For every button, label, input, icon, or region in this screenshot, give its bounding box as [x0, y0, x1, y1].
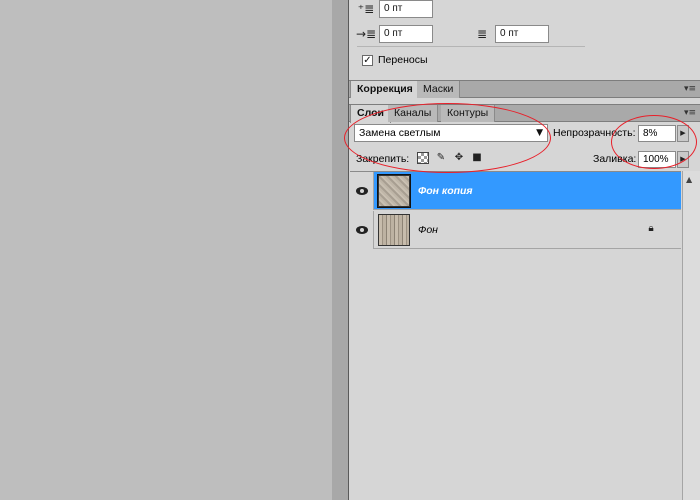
- eye-icon: [355, 187, 368, 195]
- chevron-down-icon: ▼: [536, 128, 543, 138]
- tab-paths[interactable]: Контуры: [441, 105, 496, 122]
- tab-channels[interactable]: Каналы: [388, 105, 439, 122]
- indent-right-field[interactable]: 0 пт: [495, 25, 549, 43]
- tab-layers[interactable]: Слои: [350, 105, 391, 123]
- lock-label: Закрепить:: [356, 153, 410, 165]
- space-before-field[interactable]: 0 пт: [379, 0, 433, 18]
- lock-icon: 🔒︎: [648, 223, 654, 234]
- lock-all-icon[interactable]: ■: [471, 152, 483, 164]
- hyphenation-checkbox[interactable]: ✓: [362, 54, 373, 66]
- paragraph-divider: [357, 46, 585, 47]
- blend-mode-value: Замена светлым: [359, 127, 441, 139]
- tab-correction[interactable]: Коррекция: [350, 81, 420, 99]
- layers-tabstrip: Слои Каналы Контуры ▾≡: [349, 104, 700, 123]
- panel-menu-icon[interactable]: ▾≡: [683, 106, 697, 120]
- opacity-slider-button[interactable]: ▶: [677, 125, 689, 142]
- layer-row-fon-kopiya[interactable]: Фон копия: [350, 172, 681, 210]
- lock-transparency-icon[interactable]: [417, 152, 429, 164]
- fill-label: Заливка:: [593, 153, 637, 165]
- fill-field[interactable]: 100%: [638, 151, 676, 168]
- fill-slider-button[interactable]: ▶: [677, 151, 689, 168]
- scroll-up-arrow-icon[interactable]: ▲: [686, 175, 692, 184]
- paragraph-panel: ⁺≣ 0 пт →≣ 0 пт ≣ 0 пт ✓ Переносы: [349, 0, 700, 80]
- indent-left-field[interactable]: 0 пт: [379, 25, 433, 43]
- opacity-label: Непрозрачность:: [553, 127, 636, 139]
- panel-dock-gutter: [332, 0, 348, 500]
- layer-thumbnail: [378, 214, 410, 246]
- panel-dock: ⁺≣ 0 пт →≣ 0 пт ≣ 0 пт ✓ Переносы Коррек…: [348, 0, 700, 500]
- space-before-icon: ⁺≣: [357, 2, 375, 16]
- visibility-toggle[interactable]: [350, 211, 374, 249]
- document-canvas[interactable]: [0, 0, 332, 500]
- blend-mode-select[interactable]: Замена светлым ▼: [354, 124, 548, 142]
- lock-position-move-icon[interactable]: ✥: [453, 152, 465, 164]
- layer-thumbnail: [377, 174, 411, 208]
- layers-scrollbar[interactable]: ▲: [682, 171, 700, 500]
- indent-right-icon: ≣: [476, 27, 488, 41]
- layer-name[interactable]: Фон: [418, 224, 438, 236]
- tab-masks[interactable]: Маски: [417, 81, 461, 98]
- lock-pixels-brush-icon[interactable]: ✎: [435, 152, 447, 164]
- opacity-field[interactable]: 8%: [638, 125, 676, 142]
- indent-left-icon: →≣: [355, 27, 377, 41]
- layers-list: Фон копия Фон 🔒︎: [350, 171, 681, 500]
- visibility-toggle[interactable]: [350, 172, 374, 210]
- hyphenation-label: Переносы: [378, 54, 428, 66]
- correction-tabstrip: Коррекция Маски ▾≡: [349, 80, 700, 99]
- panel-menu-icon[interactable]: ▾≡: [683, 82, 697, 96]
- layer-row-fon[interactable]: Фон 🔒︎: [350, 211, 681, 249]
- eye-icon: [355, 226, 368, 234]
- layer-name[interactable]: Фон копия: [418, 185, 473, 197]
